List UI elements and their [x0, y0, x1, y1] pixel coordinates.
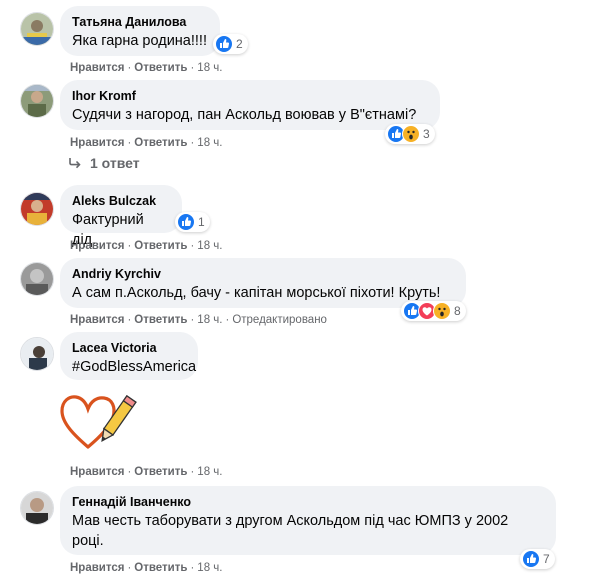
like-button[interactable]: Нравится [70, 62, 124, 74]
view-replies-button[interactable]: 1 ответ [68, 155, 140, 171]
replies-count-label: 1 ответ [90, 155, 140, 171]
reaction-count: 3 [423, 127, 430, 141]
timestamp[interactable]: 18 ч. [197, 137, 222, 149]
reply-button[interactable]: Ответить [134, 137, 187, 149]
comment-text: Мав честь таборувати з другом Аскольдом … [72, 511, 544, 551]
avatar[interactable] [20, 192, 54, 226]
reaction-count: 1 [198, 215, 205, 229]
comment-actions: Нравится · Ответить · 18 ч. [70, 240, 223, 252]
like-button[interactable]: Нравится [70, 466, 124, 478]
edited-label[interactable]: Отредактировано [232, 314, 327, 326]
reaction-count: 8 [454, 304, 461, 318]
like-reaction-icon [177, 213, 195, 231]
comment-text: Судячи з нагород, пан Аскольд воював у В… [72, 107, 417, 123]
reaction-summary[interactable]: 8 [401, 301, 466, 321]
reaction-summary[interactable]: 7 [520, 549, 555, 569]
reaction-summary[interactable]: 3 [385, 124, 435, 144]
sticker[interactable] [56, 389, 140, 455]
comment-author[interactable]: Andriy Kyrchiv [72, 266, 454, 282]
comment-author[interactable]: Aleks Bulczak [72, 193, 170, 209]
reply-button[interactable]: Ответить [134, 240, 187, 252]
comment-bubble: Ihor Kromf Судячи з нагород, пан Аскольд… [60, 80, 440, 130]
reaction-count: 7 [543, 552, 550, 566]
comment-bubble: Andriy Kyrchiv А сам п.Аскольд, бачу - к… [60, 258, 466, 308]
reply-arrow-icon [69, 158, 81, 169]
comment-bubble: Aleks Bulczak Фактурний дід. [60, 185, 182, 248]
comment-actions: Нравится · Ответить · 18 ч. · Отредактировано [70, 314, 327, 326]
comment-author[interactable]: Геннадій Іванченко [72, 494, 544, 510]
comment-actions: Нравится · Ответить · 18 ч. [70, 562, 223, 574]
comment-actions: Нравится · Ответить · 18 ч. [70, 466, 223, 478]
like-reaction-icon [215, 35, 233, 53]
comment-author[interactable]: Lacea Victoria [72, 340, 186, 356]
like-button[interactable]: Нравится [70, 137, 124, 149]
timestamp[interactable]: 18 ч. [197, 562, 222, 574]
reply-button[interactable]: Ответить [134, 314, 187, 326]
timestamp[interactable]: 18 ч. [197, 62, 222, 74]
timestamp[interactable]: 18 ч. [197, 314, 222, 326]
like-button[interactable]: Нравится [70, 240, 124, 252]
like-button[interactable]: Нравится [70, 562, 124, 574]
comment-author[interactable]: Ihor Kromf [72, 88, 428, 104]
comment-bubble: Татьяна Данилова Яка гарна родина!!!! [60, 6, 220, 56]
like-reaction-icon [522, 550, 540, 568]
comment-bubble: Lacea Victoria #GodBlessAmerica [60, 332, 198, 380]
avatar[interactable] [20, 12, 54, 46]
comment-author[interactable]: Татьяна Данилова [72, 14, 208, 30]
comment-actions: Нравится · Ответить · 18 ч. [70, 137, 223, 149]
reaction-summary[interactable]: 1 [175, 212, 210, 232]
reaction-count: 2 [236, 37, 243, 51]
wow-reaction-icon [402, 125, 420, 143]
comment-bubble: Геннадій Іванченко Мав честь таборувати … [60, 486, 556, 555]
comment-text: Яка гарна родина!!!! [72, 33, 207, 49]
reply-button[interactable]: Ответить [134, 466, 187, 478]
reply-button[interactable]: Ответить [134, 62, 187, 74]
wow-reaction-icon [433, 302, 451, 320]
comment-text-line: році. [72, 533, 104, 549]
avatar[interactable] [20, 84, 54, 118]
like-button[interactable]: Нравится [70, 314, 124, 326]
avatar[interactable] [20, 337, 54, 371]
avatar[interactable] [20, 262, 54, 296]
reaction-summary[interactable]: 2 [213, 34, 248, 54]
comment-text-line: Мав честь таборувати з другом Аскольдом … [72, 513, 509, 529]
comment-actions: Нравится · Ответить · 18 ч. [70, 62, 223, 74]
reply-button[interactable]: Ответить [134, 562, 187, 574]
avatar[interactable] [20, 491, 54, 525]
timestamp[interactable]: 18 ч. [197, 240, 222, 252]
comment-text: #GodBlessAmerica [72, 359, 197, 375]
comment-text: А сам п.Аскольд, бачу - капітан морської… [72, 285, 441, 301]
timestamp[interactable]: 18 ч. [197, 466, 222, 478]
